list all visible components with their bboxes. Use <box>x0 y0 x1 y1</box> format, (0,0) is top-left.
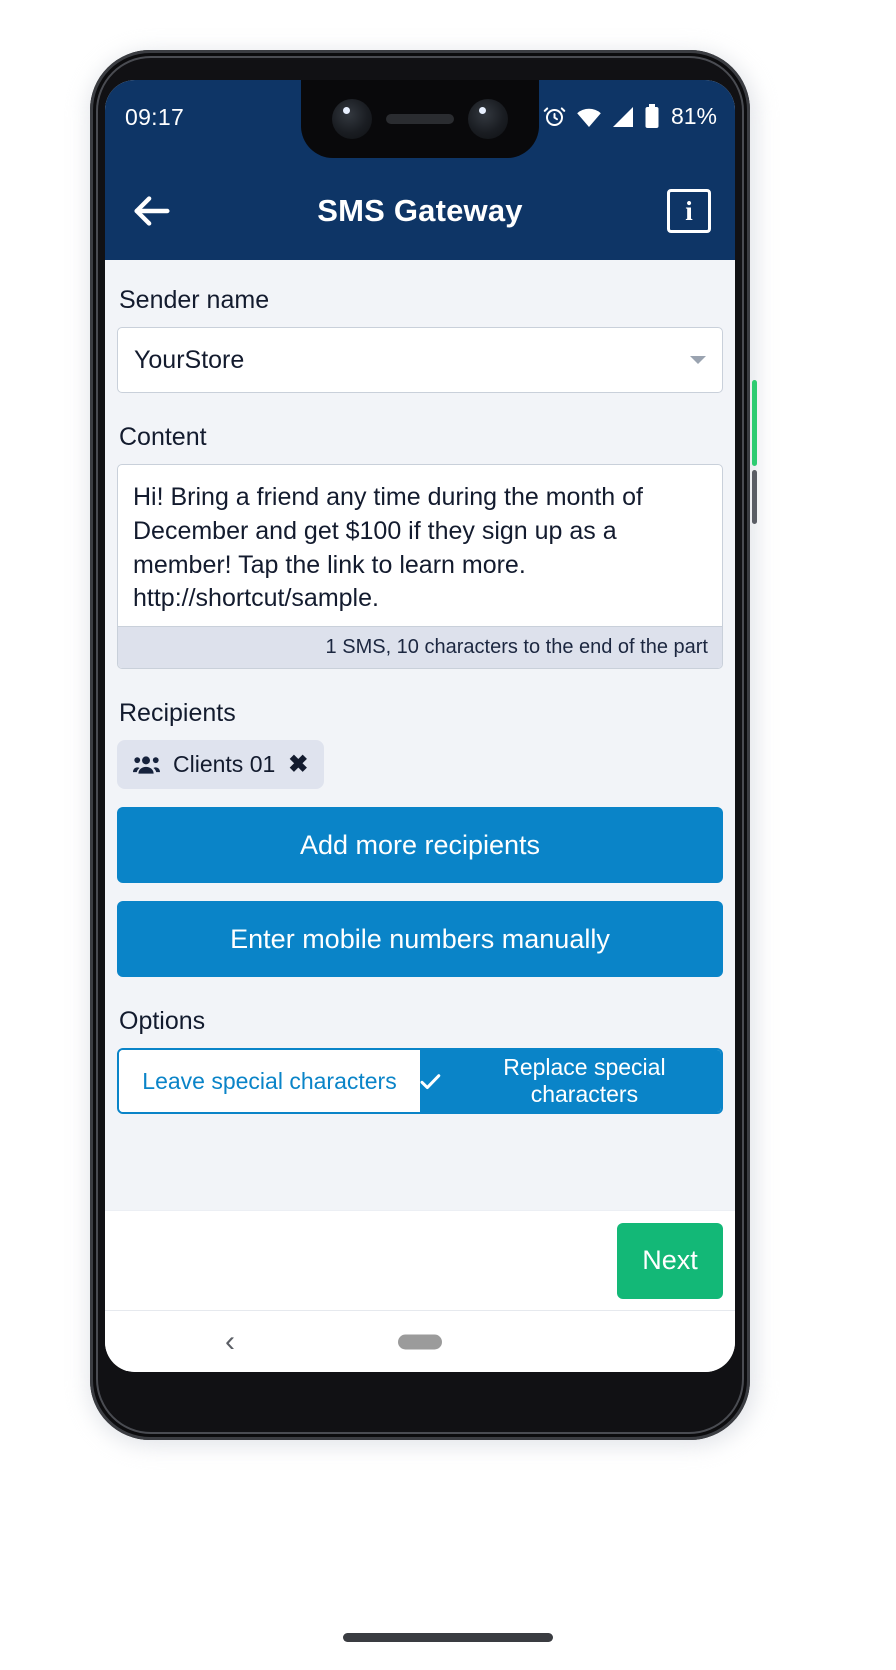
phone-bottom-marking <box>343 1633 553 1642</box>
content-textarea[interactable]: Hi! Bring a friend any time during the m… <box>118 465 722 626</box>
page-title: SMS Gateway <box>317 193 523 228</box>
sender-name-value: YourStore <box>134 345 245 374</box>
sender-name-select[interactable]: YourStore <box>117 327 723 393</box>
earpiece-speaker <box>386 114 454 124</box>
enter-mobile-numbers-button[interactable]: Enter mobile numbers manually <box>117 901 723 977</box>
screenshot-stage: 09:17 81% SMS Gateway i Sender name Your… <box>0 0 896 1670</box>
special-characters-toggle-group: Leave special characters Replace special… <box>117 1048 723 1114</box>
wifi-icon <box>577 108 601 127</box>
status-bar: 09:17 81% <box>105 80 735 162</box>
leave-special-characters-option[interactable]: Leave special characters <box>119 1050 420 1112</box>
people-group-icon <box>133 755 160 774</box>
add-more-recipients-button[interactable]: Add more recipients <box>117 807 723 883</box>
chevron-left-icon[interactable]: ‹ <box>225 1325 235 1359</box>
recipient-chip[interactable]: Clients 01 ✖ <box>117 740 325 789</box>
close-icon[interactable]: ✖ <box>288 752 308 777</box>
alarm-icon <box>543 107 566 127</box>
android-navigation-bar: ‹ <box>105 1310 735 1372</box>
replace-special-characters-label: Replace special characters <box>503 1054 666 1107</box>
signal-icon <box>612 106 633 127</box>
chevron-down-icon <box>690 356 706 364</box>
recipient-chip-label: Clients 01 <box>173 751 276 777</box>
recipients-label: Recipients <box>119 699 236 727</box>
battery-icon <box>645 104 659 128</box>
power-button[interactable] <box>752 470 757 524</box>
content-field[interactable]: Hi! Bring a friend any time during the m… <box>117 464 723 669</box>
battery-percentage: 81% <box>670 103 717 129</box>
form-scroll-area: Sender name YourStore Content Hi! Bring … <box>105 260 735 1210</box>
sender-name-label: Sender name <box>119 286 270 314</box>
phone-screen: 09:17 81% SMS Gateway i Sender name Your… <box>105 80 735 1372</box>
status-icons: 81% <box>542 103 717 130</box>
home-pill-indicator[interactable] <box>398 1334 442 1349</box>
info-icon[interactable]: i <box>667 189 711 233</box>
options-label: Options <box>119 1007 206 1035</box>
front-camera-icon <box>332 99 372 139</box>
replace-special-characters-option[interactable]: Replace special characters <box>420 1050 721 1112</box>
footer-action-bar: Next <box>105 1210 735 1310</box>
sms-counter: 1 SMS, 10 characters to the end of the p… <box>118 626 722 668</box>
volume-button[interactable] <box>752 380 757 466</box>
front-camera-secondary-icon <box>468 99 508 139</box>
content-label: Content <box>119 423 207 451</box>
status-clock: 09:17 <box>125 104 185 130</box>
recipient-chip-list: Clients 01 ✖ <box>117 740 723 789</box>
check-icon <box>420 1073 441 1089</box>
arrow-left-icon[interactable] <box>129 188 175 234</box>
next-button[interactable]: Next <box>617 1222 723 1299</box>
display-notch <box>301 80 539 158</box>
leave-special-characters-label: Leave special characters <box>142 1067 397 1094</box>
app-bar: SMS Gateway i <box>105 162 735 260</box>
